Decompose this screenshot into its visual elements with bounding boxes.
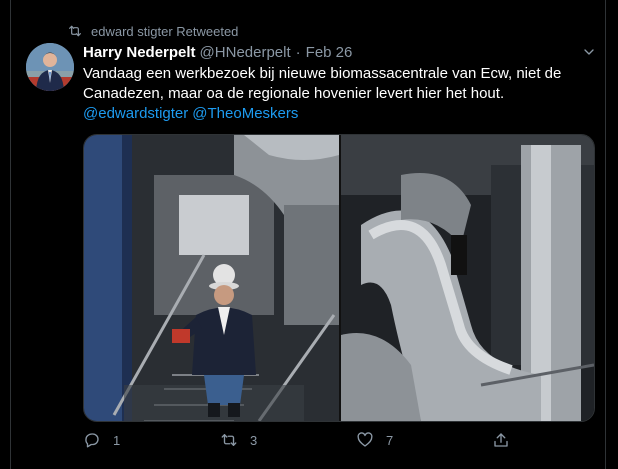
tweet-body: Vandaag een werkbezoek bij nieuwe biomas… — [83, 65, 562, 102]
retweet-label[interactable]: edward stigter Retweeted — [91, 24, 238, 39]
share-button[interactable] — [492, 431, 522, 449]
mention-link[interactable]: @TheoMeskers — [192, 105, 298, 122]
retweet-button[interactable]: 3 — [220, 431, 257, 449]
tweet-card[interactable]: edward stigter Retweeted Harry Nederpelt… — [10, 0, 606, 469]
tweet-text: Vandaag een werkbezoek bij nieuwe biomas… — [83, 64, 563, 124]
retweet-icon — [69, 25, 81, 37]
chevron-down-icon[interactable] — [581, 44, 597, 60]
reply-count: 1 — [113, 432, 121, 448]
share-icon — [494, 433, 508, 447]
retweet-icon — [221, 434, 237, 446]
heart-icon — [357, 432, 373, 447]
tweet-header: Harry Nederpelt @HNederpelt · Feb 26 — [83, 42, 595, 62]
avatar[interactable] — [26, 43, 74, 91]
like-button[interactable]: 7 — [356, 431, 393, 449]
mention-link[interactable]: @edwardstigter — [83, 105, 188, 122]
photo-person-on-stairs[interactable] — [84, 135, 339, 421]
tweet-date[interactable]: Feb 26 — [306, 44, 353, 61]
retweet-indicator: edward stigter Retweeted — [67, 22, 238, 40]
reply-button[interactable]: 1 — [83, 431, 120, 449]
user-handle[interactable]: @HNederpelt — [200, 44, 291, 61]
tweet-actions: 1 3 7 — [83, 428, 523, 452]
retweet-count: 3 — [250, 432, 258, 448]
reply-icon — [85, 433, 99, 448]
tweet-mentions: @edwardstigter @TheoMeskers — [83, 104, 563, 124]
separator-dot: · — [295, 43, 301, 61]
display-name[interactable]: Harry Nederpelt — [83, 44, 196, 61]
photo-pipes[interactable] — [341, 135, 594, 421]
like-count: 7 — [386, 432, 394, 448]
tweet-media[interactable] — [83, 134, 595, 422]
